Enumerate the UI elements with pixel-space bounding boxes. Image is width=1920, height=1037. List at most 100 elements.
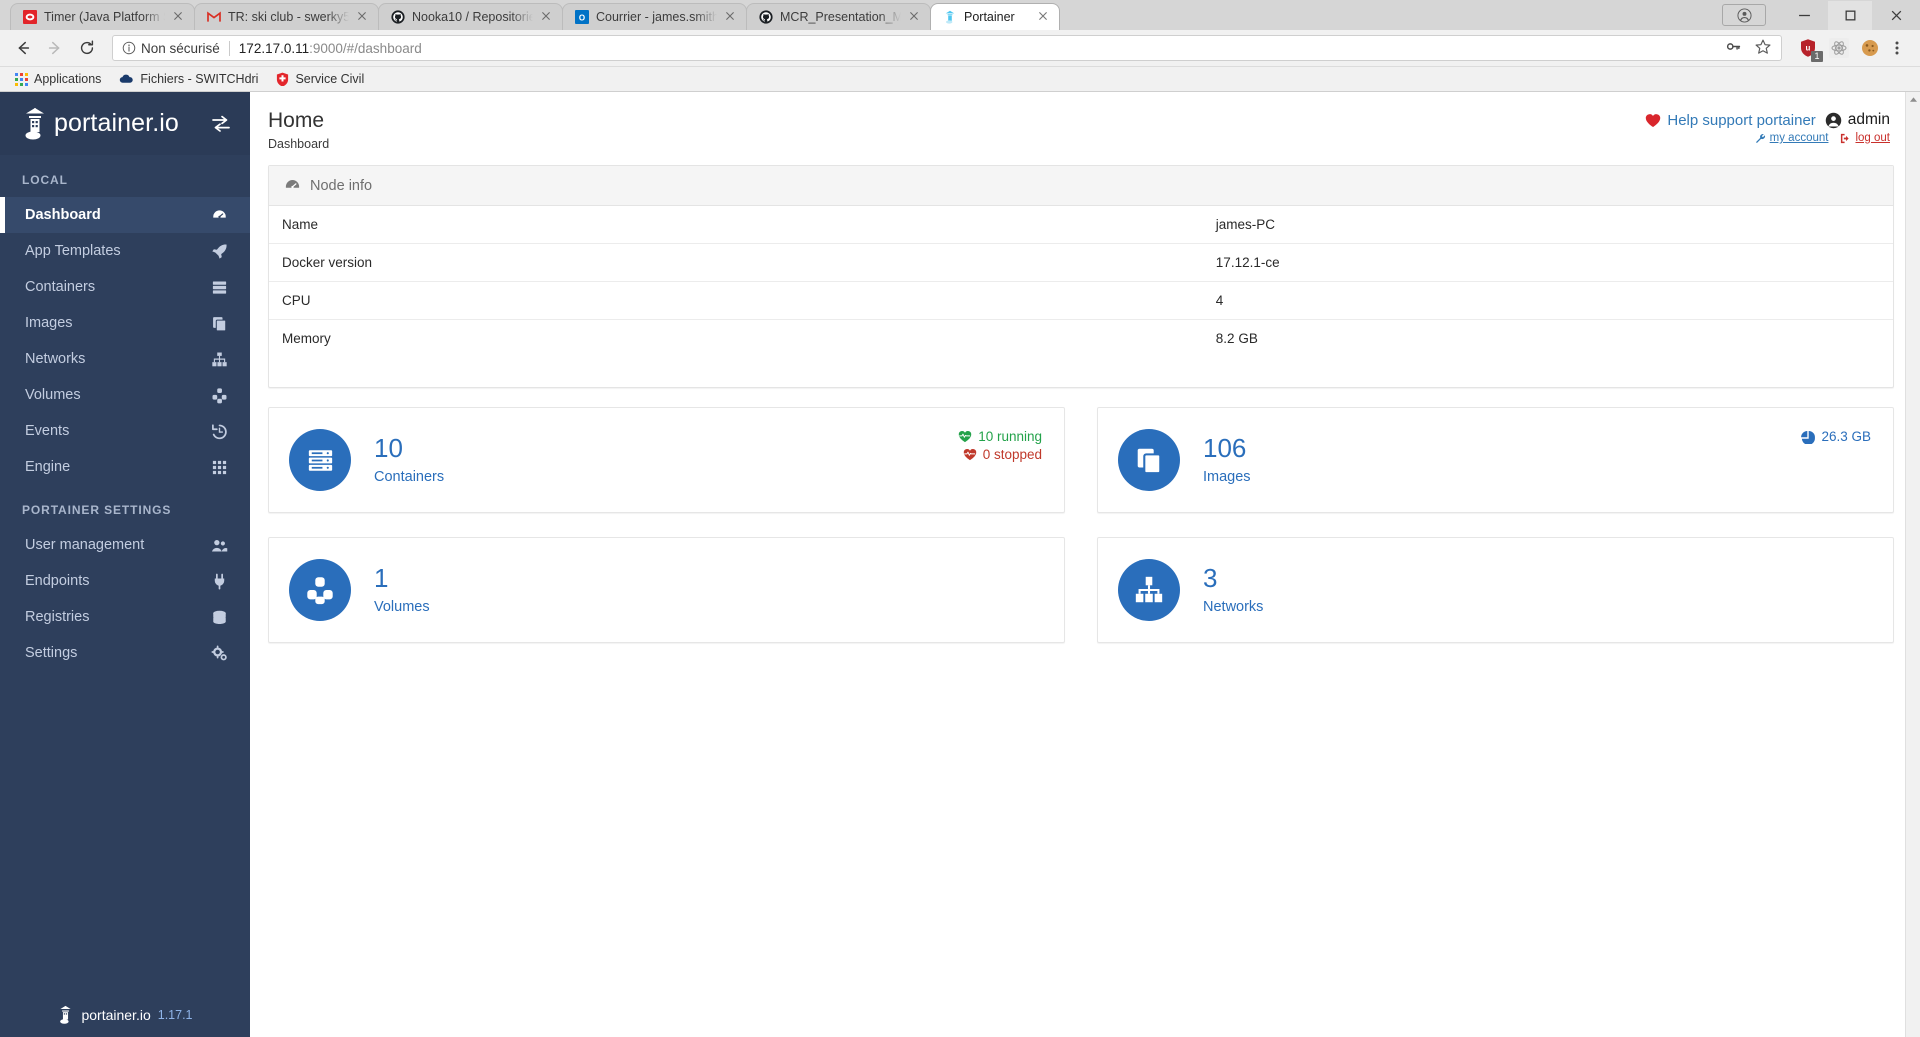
stat-card-networks[interactable]: 3 Networks xyxy=(1097,537,1894,644)
github-icon xyxy=(759,10,773,24)
page-scrollbar[interactable] xyxy=(1905,92,1920,1037)
bookmark-label: Service Civil xyxy=(295,72,365,86)
sidebar-item-user-management[interactable]: User management xyxy=(0,527,250,563)
new-tab-button[interactable] xyxy=(1674,3,1712,30)
application-page: portainer.io LOCAL Dashboard App Templates… xyxy=(0,92,1920,1037)
key-icon[interactable] xyxy=(1725,38,1742,58)
tachometer-icon xyxy=(209,205,229,225)
window-maximize-button[interactable] xyxy=(1828,0,1872,30)
sidebar-item-dashboard[interactable]: Dashboard xyxy=(0,197,250,233)
cogs-icon xyxy=(210,644,227,660)
page-title: Home xyxy=(268,109,325,132)
clone-glyph xyxy=(1137,448,1162,475)
heart-icon xyxy=(1646,113,1661,127)
database-icon xyxy=(209,607,229,627)
browser-tab-active[interactable]: Portainer xyxy=(930,3,1060,30)
stat-card-count: 3 xyxy=(1203,562,1218,593)
sidebar-item-app-templates[interactable]: App Templates xyxy=(0,233,250,269)
stat-card-containers[interactable]: 10 Containers 10 running 0 stopped xyxy=(268,407,1065,514)
info-circle-icon xyxy=(122,41,136,55)
profile-avatar-button[interactable] xyxy=(1722,4,1766,26)
tab-close-icon[interactable] xyxy=(908,10,922,24)
opera-red-icon xyxy=(23,10,37,24)
bookmark-item[interactable]: Fichiers - SWITCHdri xyxy=(112,70,265,88)
bookmark-item[interactable]: Applications xyxy=(8,70,108,88)
cubes-glyph xyxy=(307,577,333,605)
swiss-shield-icon xyxy=(276,72,289,86)
scroll-up-arrow-icon[interactable] xyxy=(1906,92,1920,107)
bookmarks-bar: Applications Fichiers - SWITCHdri Service … xyxy=(0,67,1920,92)
address-bar[interactable]: Non sécurisé 172.17.0.11:9000/#/dashboar… xyxy=(112,35,1782,61)
node-info-panel-header: Node info xyxy=(269,166,1893,207)
sitemap-glyph xyxy=(1135,576,1163,603)
arrow-right-icon xyxy=(48,41,60,55)
user-chip[interactable]: admin xyxy=(1825,111,1890,129)
grid-icon xyxy=(209,457,229,477)
browser-tab[interactable]: O Courrier - james.smith@ xyxy=(562,3,747,30)
sidebar-brand[interactable]: portainer.io xyxy=(0,92,250,155)
server-stack-glyph xyxy=(308,449,332,471)
browser-tab-title: Timer (Java Platform SE xyxy=(44,10,165,24)
maximize-icon xyxy=(1845,10,1855,20)
node-info-row: Name james-PC xyxy=(269,206,1893,245)
sidebar-item-settings[interactable]: Settings xyxy=(0,635,250,671)
browser-tab[interactable]: Nooka10 / Repositories xyxy=(378,3,563,30)
stat-card-count: 106 xyxy=(1203,432,1247,463)
my-account-link[interactable]: my account xyxy=(1755,132,1828,144)
back-button[interactable] xyxy=(8,33,38,63)
node-info-value: 4 xyxy=(1215,293,1224,309)
stat-card-images[interactable]: 106 Images 26.3 GB xyxy=(1097,407,1894,514)
sitemap-icon xyxy=(211,352,227,366)
help-support-portainer-link[interactable]: Help support portainer xyxy=(1645,112,1816,129)
logout-link[interactable]: log out xyxy=(1840,132,1890,144)
tab-close-icon[interactable] xyxy=(540,10,554,24)
extension-ublock-origin[interactable]: u 1 xyxy=(1798,38,1823,62)
browser-tab[interactable]: MCR_Presentation_Mon xyxy=(746,3,931,30)
security-indicator[interactable]: Non sécurisé xyxy=(122,41,220,56)
stat-card-label: Volumes xyxy=(374,599,430,616)
sidebar-item-engine[interactable]: Engine xyxy=(0,449,250,485)
browser-tab-title: Portainer xyxy=(964,10,1015,24)
tachometer-icon xyxy=(212,209,226,218)
window-close-button[interactable] xyxy=(1874,1,1918,30)
sidebar-section-title: LOCAL xyxy=(22,173,68,187)
url-path: :9000/#/dashboard xyxy=(309,40,422,56)
browser-tab[interactable]: Timer (Java Platform SE xyxy=(10,3,195,30)
main-content: Home Dashboard Help support portainer ad… xyxy=(250,92,1920,1037)
stat-card-body: 3 Networks xyxy=(1203,562,1263,615)
bookmark-item[interactable]: Service Civil xyxy=(269,70,371,88)
node-info-key: Docker version xyxy=(282,255,373,271)
tab-close-icon[interactable] xyxy=(1037,10,1051,24)
stat-card-side-text: 0 stopped xyxy=(982,447,1042,463)
sidebar-item-volumes[interactable]: Volumes xyxy=(0,377,250,413)
github-icon xyxy=(391,10,405,24)
reload-button[interactable] xyxy=(72,33,102,63)
sidebar-item-endpoints[interactable]: Endpoints xyxy=(0,563,250,599)
close-icon xyxy=(1891,10,1901,20)
browser-menu-button[interactable] xyxy=(1882,33,1912,63)
sidebar-item-networks[interactable]: Networks xyxy=(0,341,250,377)
cloud-icon xyxy=(119,73,134,85)
node-info-row: CPU 4 xyxy=(269,282,1893,321)
extension-cookie-manager[interactable] xyxy=(1860,38,1880,58)
browser-tab[interactable]: TR: ski club - swerky550 xyxy=(194,3,379,30)
sidebar-item-events[interactable]: Events xyxy=(0,413,250,449)
collapse-sidebar-icon[interactable] xyxy=(210,113,232,135)
extension-react-devtools[interactable] xyxy=(1829,38,1849,58)
tab-close-icon[interactable] xyxy=(356,10,370,24)
node-info-key: CPU xyxy=(282,293,311,309)
sidebar-item-images[interactable]: Images xyxy=(0,305,250,341)
sidebar-item-label: Dashboard xyxy=(25,207,101,223)
sidebar-section-title: PORTAINER SETTINGS xyxy=(22,503,172,517)
heartbeat-red-glyph xyxy=(963,449,976,461)
sidebar-item-registries[interactable]: Registries xyxy=(0,599,250,635)
tab-close-icon[interactable] xyxy=(724,10,738,24)
sidebar-item-containers[interactable]: Containers xyxy=(0,269,250,305)
sidebar-item-label: Settings xyxy=(25,645,78,661)
window-minimize-button[interactable] xyxy=(1782,1,1826,30)
tab-close-icon[interactable] xyxy=(172,10,186,24)
stat-card-volumes[interactable]: 1 Volumes xyxy=(268,537,1065,644)
forward-button[interactable] xyxy=(40,33,70,63)
sidebar-item-label: Engine xyxy=(25,459,71,475)
bookmark-star-icon[interactable] xyxy=(1754,38,1772,59)
